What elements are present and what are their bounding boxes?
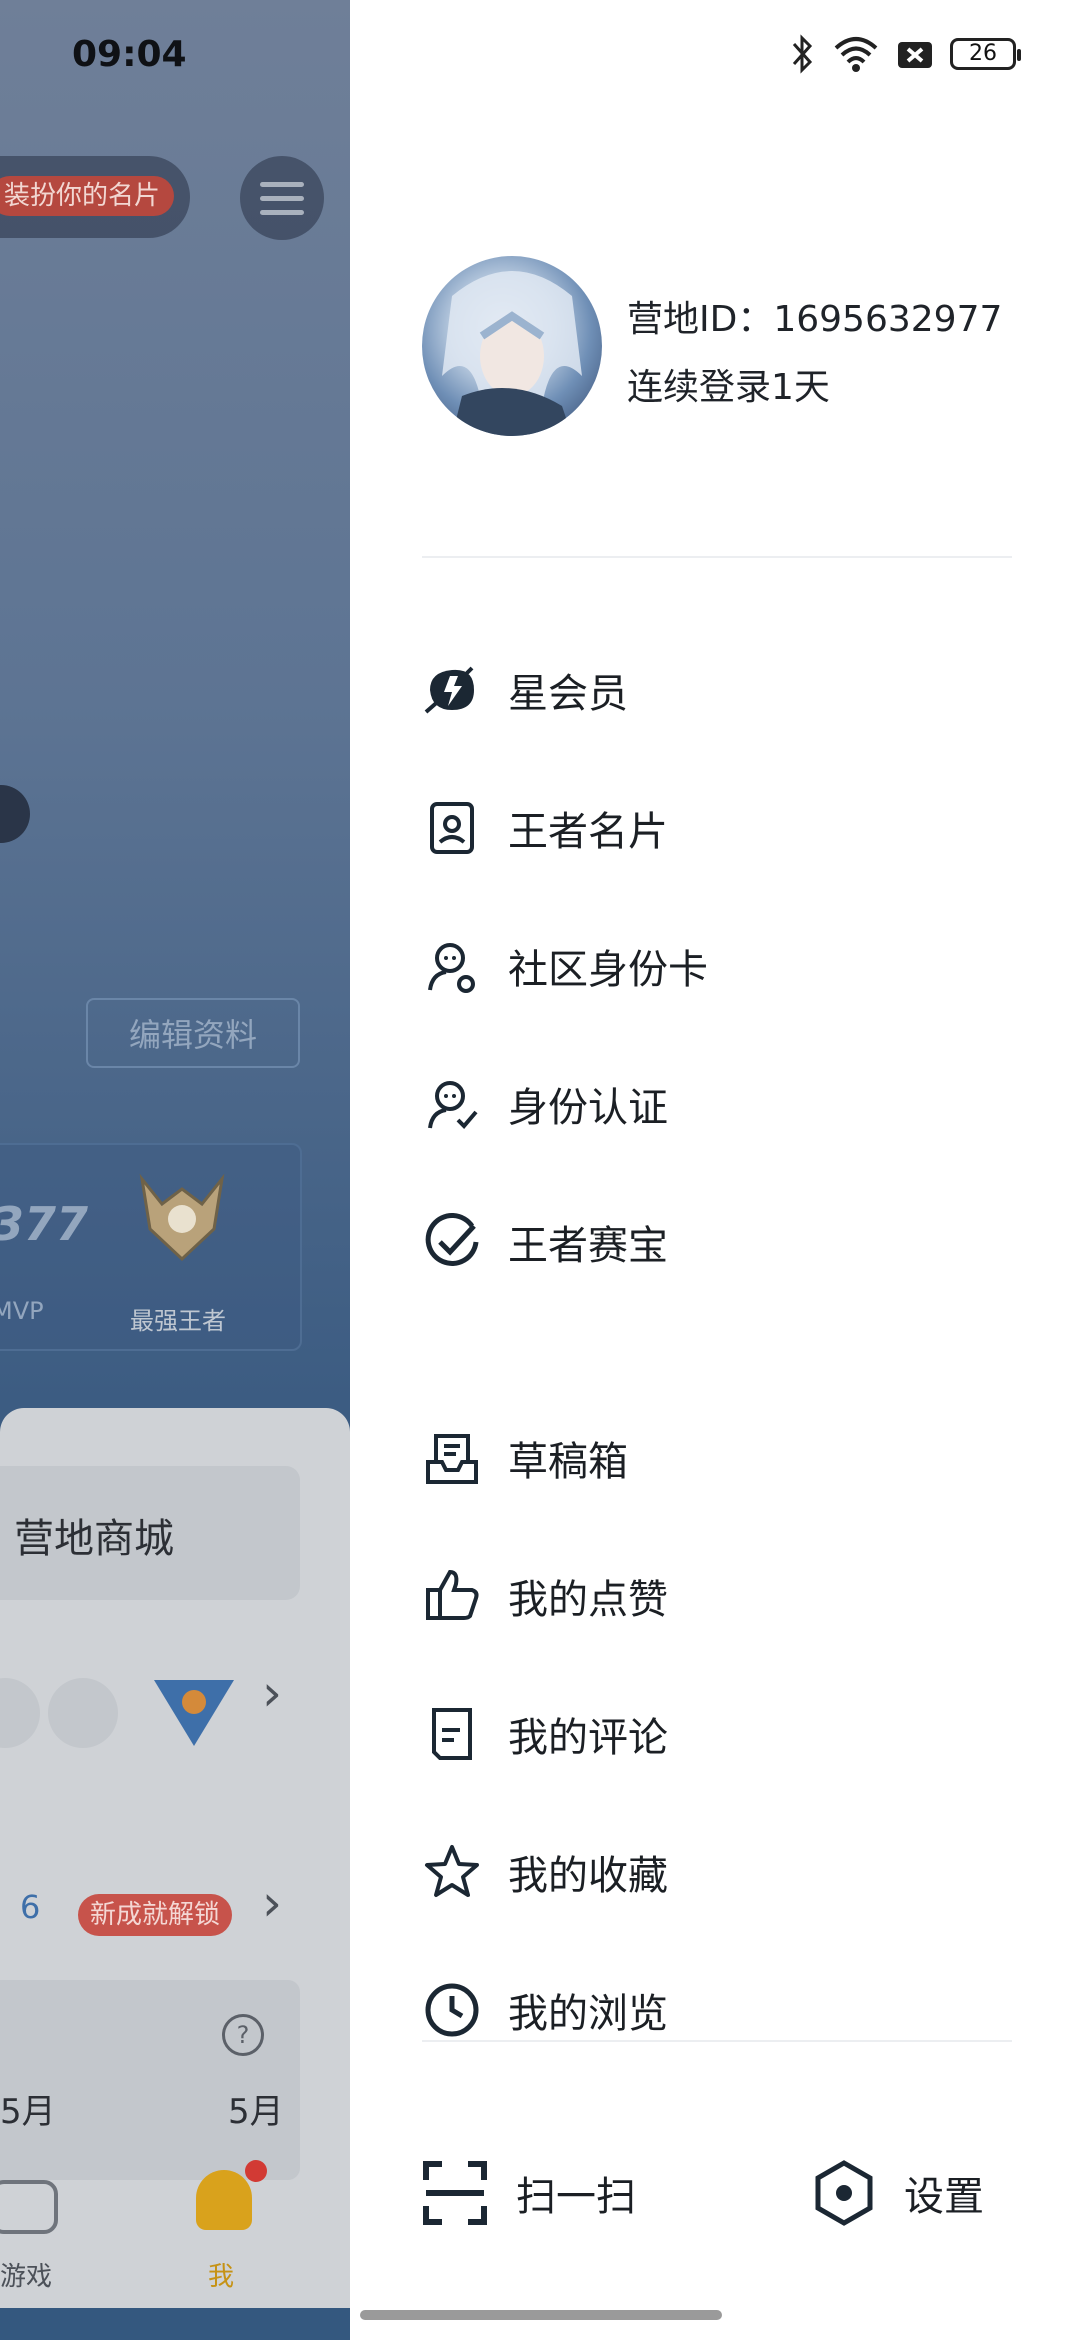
me-icon[interactable] <box>196 2170 252 2230</box>
bluetooth-icon <box>792 34 813 74</box>
camp-id: 营地ID：1695632977 <box>627 299 1003 340</box>
menu-item-verify-identity[interactable]: 身份认证 <box>422 1058 1012 1150</box>
star-icon <box>425 1845 479 1897</box>
menu-item-label: 草稿箱 <box>508 1439 628 1485</box>
background-profile-page: 09:04 装扮你的名片 编辑资料 377 MVP 最强王者 营地商城 › 6 … <box>0 0 350 2340</box>
background-badge <box>0 785 30 843</box>
menu-item-my-favorites[interactable]: 我的收藏 <box>422 1826 1012 1918</box>
scan-icon <box>423 2161 487 2225</box>
achievement-count: 6 <box>20 1888 41 1926</box>
edit-profile-button[interactable]: 编辑资料 <box>86 998 300 1068</box>
community-id-icon <box>428 943 475 993</box>
divider <box>422 556 1012 558</box>
rank-label: 最强王者 <box>130 1307 226 1335</box>
hamburger-menu-button[interactable] <box>240 156 324 240</box>
scan-label: 扫一扫 <box>516 2174 636 2220</box>
menu-item-my-history[interactable]: 我的浏览 <box>422 1964 1012 2056</box>
login-streak: 连续登录1天 <box>627 367 830 408</box>
battery-indicator: 26 <box>950 38 1021 70</box>
chevron-right-icon[interactable]: › <box>262 1874 282 1932</box>
avatar-image <box>442 271 582 436</box>
rank-number: 377 <box>0 1197 89 1251</box>
help-icon[interactable]: ? <box>222 2014 264 2056</box>
divider <box>422 2040 1012 2042</box>
rank-card[interactable]: 377 MVP 最强王者 <box>0 1143 302 1351</box>
new-achievement-tag: 新成就解锁 <box>78 1894 233 1936</box>
king-emblem-icon <box>139 1173 225 1262</box>
drafts-icon <box>426 1434 478 1484</box>
status-bar: 26 <box>350 0 1080 110</box>
settings-button[interactable]: 设置 <box>812 2128 984 2258</box>
scan-button[interactable]: 扫一扫 <box>422 2128 636 2258</box>
menu-item-my-comments[interactable]: 我的评论 <box>422 1688 1012 1780</box>
menu-item-drafts[interactable]: 草稿箱 <box>422 1412 1012 1504</box>
menu-item-label: 我的浏览 <box>508 1991 668 2037</box>
chevron-right-icon[interactable]: › <box>262 1664 282 1722</box>
check-badge-icon <box>425 1212 479 1266</box>
rank-triangle-icon <box>154 1680 234 1746</box>
menu-item-my-likes[interactable]: 我的点赞 <box>422 1550 1012 1642</box>
menu-item-label: 星会员 <box>508 671 628 717</box>
menu-item-community-id[interactable]: 社区身份卡 <box>422 920 1012 1012</box>
month-label: 5月 <box>0 2092 56 2132</box>
menu-item-label: 我的收藏 <box>508 1853 668 1899</box>
card-dressup-pill[interactable]: 装扮你的名片 <box>0 156 190 238</box>
home-indicator[interactable] <box>360 2310 722 2320</box>
drawer-bottom-bar: 扫一扫 设置 <box>422 2128 1022 2258</box>
star-member-icon <box>424 666 474 714</box>
hero-avatar-placeholder <box>0 1678 40 1748</box>
menu-item-star-member[interactable]: 星会员 <box>422 644 1012 736</box>
thumbs-up-icon <box>426 1569 479 1620</box>
hero-avatar-placeholder <box>48 1678 118 1748</box>
notification-dot <box>245 2160 267 2182</box>
settings-label: 设置 <box>904 2174 984 2220</box>
gamepad-icon[interactable] <box>0 2180 58 2234</box>
no-sim-icon <box>898 42 932 68</box>
nav-me-label[interactable]: 我 <box>208 2256 234 2293</box>
rank-mvp-label: MVP <box>0 1297 44 1325</box>
card-dressup-tag: 装扮你的名片 <box>0 176 175 216</box>
name-card-icon <box>430 802 474 854</box>
wifi-icon <box>834 37 878 72</box>
settings-hexagon-icon <box>815 2160 873 2226</box>
menu-item-label: 王者赛宝 <box>508 1223 668 1269</box>
menu-item-name-card[interactable]: 王者名片 <box>422 782 1012 874</box>
avatar[interactable] <box>422 256 602 436</box>
menu-item-label: 社区身份卡 <box>508 947 708 993</box>
camp-shop-label: 营地商城 <box>14 1516 174 1562</box>
month-label: 5月 <box>228 2092 284 2132</box>
comment-doc-icon <box>432 1708 472 1760</box>
menu-item-label: 我的评论 <box>508 1715 668 1761</box>
status-time: 09:04 <box>72 34 187 75</box>
camp-shop-card[interactable]: 营地商城 <box>0 1466 300 1600</box>
clock-icon <box>425 1983 479 2037</box>
menu-item-label: 我的点赞 <box>508 1577 668 1623</box>
profile-header[interactable]: 营地ID：1695632977 连续登录1天 <box>422 256 1022 446</box>
menu-item-king-match[interactable]: 王者赛宝 <box>422 1196 1012 1288</box>
nav-games-label[interactable]: 游戏 <box>0 2256 52 2293</box>
bottom-nav: 游戏 我 <box>0 2140 350 2300</box>
menu-item-label: 王者名片 <box>508 809 668 855</box>
side-drawer: 26 营地ID：1695632977 连续登录1天 星会员 王者名片 社区身份卡… <box>350 0 1080 2340</box>
verify-identity-icon <box>428 1081 478 1129</box>
menu-item-label: 身份认证 <box>508 1085 668 1131</box>
